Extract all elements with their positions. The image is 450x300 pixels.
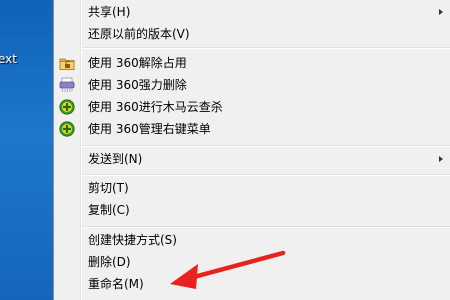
- submenu-arrow-icon: [439, 156, 443, 162]
- menu-item-label: 使用 360管理右键菜单: [88, 122, 211, 136]
- menu-item-label: 重命名(M): [88, 277, 144, 291]
- menu-item-label: 使用 360强力删除: [88, 78, 187, 92]
- menu-item-delete[interactable]: 删除(D): [54, 251, 450, 273]
- desktop-icon-label[interactable]: ext: [0, 52, 17, 66]
- menu-item-label: 还原以前的版本(V): [88, 27, 190, 41]
- submenu-arrow-icon: [439, 9, 443, 15]
- menu-item-create-shortcut[interactable]: 创建快捷方式(S): [54, 229, 450, 251]
- 360-shield-icon: [59, 99, 75, 115]
- unlock-folder-icon: [59, 55, 75, 71]
- menu-item-label: 创建快捷方式(S): [88, 233, 177, 247]
- menu-item-cut[interactable]: 剪切(T): [54, 177, 450, 199]
- menu-item-restore-previous-versions[interactable]: 还原以前的版本(V): [54, 23, 450, 45]
- menu-item-label: 使用 360进行木马云查杀: [88, 100, 223, 114]
- menu-item-copy[interactable]: 复制(C): [54, 199, 450, 221]
- menu-item-label: 剪切(T): [88, 181, 129, 195]
- menu-separator: [82, 174, 450, 176]
- menu-item-rename[interactable]: 重命名(M): [54, 273, 450, 295]
- menu-separator: [82, 226, 450, 228]
- menu-item-label: 共享(H): [88, 5, 131, 19]
- context-menu: 共享(H) 还原以前的版本(V) 使用 360解除占用 使用 360强力删除 使…: [54, 0, 450, 300]
- menu-item-label: 删除(D): [88, 255, 131, 269]
- menu-item-360-trojan-scan[interactable]: 使用 360进行木马云查杀: [54, 96, 450, 118]
- menu-item-360-force-delete[interactable]: 使用 360强力删除: [54, 74, 450, 96]
- desktop-background: ext: [0, 0, 54, 300]
- menu-item-label: 使用 360解除占用: [88, 56, 187, 70]
- menu-item-360-manage-context-menu[interactable]: 使用 360管理右键菜单: [54, 118, 450, 140]
- 360-shield-icon: [59, 121, 75, 137]
- menu-separator: [82, 145, 450, 147]
- shredder-icon: [59, 77, 75, 93]
- menu-item-send-to[interactable]: 发送到(N): [54, 148, 450, 170]
- menu-item-share[interactable]: 共享(H): [54, 1, 450, 23]
- menu-separator: [82, 47, 450, 49]
- menu-item-label: 发送到(N): [88, 152, 143, 166]
- menu-item-360-unlock[interactable]: 使用 360解除占用: [54, 52, 450, 74]
- menu-item-label: 复制(C): [88, 203, 130, 217]
